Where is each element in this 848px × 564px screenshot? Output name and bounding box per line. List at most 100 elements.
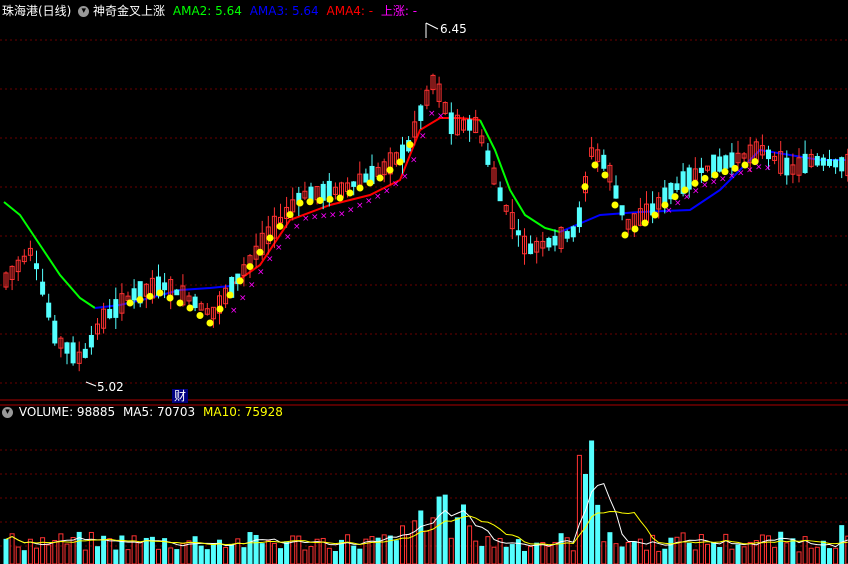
finance-event-tag[interactable]: 财 xyxy=(172,389,189,403)
buy-signal-dot xyxy=(641,219,649,227)
candle xyxy=(570,225,576,242)
candle xyxy=(302,181,308,201)
candle xyxy=(82,343,88,359)
indicator-menu-icon[interactable]: ▾ xyxy=(78,6,90,17)
up-signal-mark: × xyxy=(347,206,355,216)
volume-bar xyxy=(619,546,625,564)
candle xyxy=(363,168,369,183)
up-signal-mark: × xyxy=(701,181,709,191)
volume-bar xyxy=(509,544,515,564)
up-signal-mark: × xyxy=(320,212,328,222)
volume-bar xyxy=(424,530,430,564)
up-signal-mark: × xyxy=(692,186,700,196)
volume-bar xyxy=(332,551,338,564)
buy-signal-dot xyxy=(136,296,144,304)
candle xyxy=(119,283,125,321)
volume-bar xyxy=(198,545,204,564)
candle xyxy=(174,288,180,296)
volume-bar xyxy=(686,542,692,564)
volume-header: ▾ VOLUME: 98885 MA5: 70703 MA10: 75928 xyxy=(2,405,283,419)
volume-bar xyxy=(772,546,778,564)
up-signal-mark: × xyxy=(248,280,256,290)
up-signal-mark: × xyxy=(275,243,283,253)
candle xyxy=(308,182,314,202)
volume-bar xyxy=(21,550,27,564)
volume-bar xyxy=(308,545,314,564)
up-signal-mark: × xyxy=(338,209,346,219)
candle xyxy=(52,314,58,346)
buy-signal-dot xyxy=(306,198,314,206)
buy-signal-dot xyxy=(256,248,264,256)
volume-bar xyxy=(528,546,534,564)
candle xyxy=(820,154,826,171)
grid-lines xyxy=(0,39,848,547)
volume-bar xyxy=(107,538,113,564)
buy-signal-dot xyxy=(336,194,344,202)
candle xyxy=(430,73,436,95)
buy-signal-dot xyxy=(316,197,324,204)
ama4-value: AMA4: - xyxy=(326,4,374,18)
stock-name: 珠海港(日线) xyxy=(2,4,72,18)
buy-signal-dot xyxy=(396,158,404,166)
candle xyxy=(796,148,802,183)
buy-signal-dot xyxy=(156,289,164,297)
volume-menu-icon[interactable]: ▾ xyxy=(2,407,13,418)
volume-bar xyxy=(491,546,497,564)
volume-bar xyxy=(156,548,161,564)
volume-bar xyxy=(839,525,845,564)
volume-bar xyxy=(82,549,88,564)
up-signal-mark: × xyxy=(266,255,274,265)
ma10-value: MA10: 75928 xyxy=(203,405,283,419)
up-signal-mark: × xyxy=(239,293,247,303)
volume-bar xyxy=(833,547,839,564)
buy-signal-dot xyxy=(621,231,629,239)
ama2-value: AMA2: 5.64 xyxy=(172,4,242,18)
up-signal-mark: × xyxy=(419,132,427,142)
volume-bar xyxy=(58,533,64,564)
candle xyxy=(528,235,534,255)
up-signal-mark: × xyxy=(284,233,292,243)
kline-chart[interactable]: ××××××××× × × × × × × × ××××××× ×××××× × × × × × × × xyxy=(0,0,848,564)
buy-signal-dot xyxy=(206,319,214,327)
volume-bar xyxy=(467,525,473,564)
volume-bar xyxy=(101,535,107,564)
volume-bar xyxy=(723,533,729,564)
candle xyxy=(320,181,326,210)
candle xyxy=(802,140,808,174)
candle xyxy=(668,182,674,205)
buy-signal-dot xyxy=(286,211,294,219)
volume-bar xyxy=(95,546,100,564)
price-markers xyxy=(85,22,439,387)
candle xyxy=(27,240,33,262)
candle xyxy=(9,265,15,291)
candle xyxy=(576,201,582,233)
volume-bar xyxy=(759,534,765,564)
volume-bar xyxy=(430,517,436,564)
candle xyxy=(503,204,509,215)
up-signal-mark: × xyxy=(302,214,310,224)
candle xyxy=(741,152,747,163)
candle xyxy=(827,149,832,168)
volume-bar xyxy=(711,542,717,564)
volume-bar xyxy=(265,539,271,564)
candle xyxy=(204,303,210,316)
volume-bar xyxy=(570,550,576,564)
candle xyxy=(772,151,778,165)
buy-signal-dot xyxy=(166,294,174,302)
indicator-name: 神奇金叉上涨 xyxy=(93,4,166,18)
volume-bar xyxy=(729,548,735,564)
volume-bar xyxy=(631,541,637,564)
up-signal-mark: × xyxy=(365,197,373,207)
buy-signal-dot xyxy=(376,174,384,182)
candle xyxy=(137,281,143,308)
volume-bar xyxy=(223,546,229,564)
volume-bar xyxy=(88,531,94,564)
volume-bar xyxy=(125,549,131,564)
volume-bar xyxy=(735,544,741,564)
candle xyxy=(40,268,46,297)
up-signal-mark: × xyxy=(728,172,736,182)
volume-bar xyxy=(326,547,332,564)
volume-bar xyxy=(692,549,698,564)
buy-signal-dot xyxy=(356,184,364,192)
volume-bar xyxy=(485,536,491,564)
